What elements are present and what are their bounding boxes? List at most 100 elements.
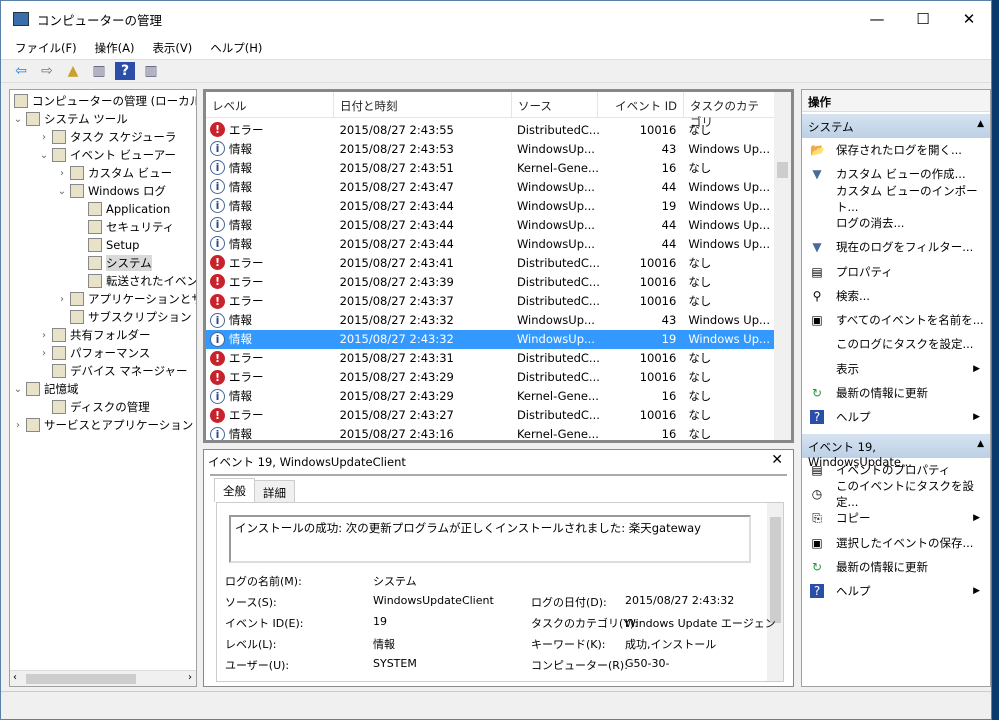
tree-item[interactable]: サブスクリプション bbox=[56, 308, 192, 326]
menu-item[interactable]: 表示(V) bbox=[152, 40, 192, 56]
tree-item[interactable]: › 共有フォルダー bbox=[38, 326, 151, 344]
table-row[interactable]: ! エラー 2015/08/27 2:43:31 DistributedC... 100… bbox=[206, 349, 774, 368]
table-row[interactable]: i 情報 2015/08/27 2:43:47 WindowsUp... 44 Windo… bbox=[206, 177, 774, 196]
table-row[interactable]: ! エラー 2015/08/27 2:43:39 DistributedC... 100… bbox=[206, 272, 774, 291]
column-header[interactable]: レベル bbox=[206, 92, 334, 117]
column-header[interactable]: ソース bbox=[512, 92, 598, 117]
collapse-icon[interactable]: ▲ bbox=[977, 119, 984, 133]
expander-icon[interactable]: › bbox=[38, 132, 50, 143]
tree-item[interactable]: › パフォーマンス bbox=[38, 344, 150, 362]
tree-item[interactable]: ディスクの管理 bbox=[38, 398, 150, 416]
table-cell: 19 bbox=[661, 198, 677, 213]
action-item[interactable]: ▼ 現在のログをフィルター... bbox=[802, 235, 990, 259]
expander-icon[interactable]: › bbox=[56, 168, 68, 179]
action-item[interactable]: ⚲ 検索... bbox=[802, 284, 990, 308]
action-item[interactable]: ▣ 選択したイベントの保存... bbox=[802, 531, 990, 555]
table-row[interactable]: i 情報 2015/08/27 2:43:32 WindowsUp... 43 Windo… bbox=[206, 311, 774, 330]
detail-scrollbar[interactable] bbox=[767, 503, 783, 681]
table-row[interactable]: i 情報 2015/08/27 2:43:44 WindowsUp... 44 Windo… bbox=[206, 215, 774, 234]
action-item[interactable]: 表示 ▶ bbox=[802, 357, 990, 381]
action-item[interactable]: ? ヘルプ ▶ bbox=[802, 405, 990, 429]
info-icon: i bbox=[210, 236, 225, 252]
tab-general[interactable]: 全般 bbox=[214, 478, 255, 502]
action-item[interactable]: ↻ 最新の情報に更新 bbox=[802, 381, 990, 405]
table-row[interactable]: ! エラー 2015/08/27 2:43:37 DistributedC... 100… bbox=[206, 292, 774, 311]
tab-details[interactable]: 詳細 bbox=[254, 480, 295, 502]
column-header[interactable]: タスクのカテゴリ bbox=[684, 92, 776, 129]
tree-item[interactable]: Setup bbox=[74, 236, 139, 254]
show-hide-tree-icon[interactable]: ▥ bbox=[89, 62, 109, 80]
menu-item[interactable]: ファイル(F) bbox=[15, 40, 77, 56]
table-row[interactable]: i 情報 2015/08/27 2:43:44 WindowsUp... 19 Windo… bbox=[206, 196, 774, 215]
table-row[interactable]: i 情報 2015/08/27 2:43:53 WindowsUp... 43 Windo… bbox=[206, 139, 774, 158]
tree-item[interactable]: デバイス マネージャー bbox=[38, 362, 188, 380]
action-section-header[interactable]: システム ▲ bbox=[802, 114, 990, 138]
scrollbar-thumb[interactable] bbox=[777, 162, 788, 178]
action-item[interactable]: ▤ プロパティ bbox=[802, 260, 990, 284]
filter-icon: ▼ bbox=[812, 167, 822, 182]
tree-item[interactable]: ⌄ イベント ビューアー bbox=[38, 146, 176, 164]
expander-icon[interactable]: › bbox=[38, 348, 50, 359]
action-item[interactable]: カスタム ビューのインポート... bbox=[802, 184, 990, 214]
scrollbar-thumb[interactable] bbox=[26, 674, 136, 684]
minimize-button[interactable]: — bbox=[854, 1, 900, 37]
expander-icon[interactable]: ⌄ bbox=[38, 150, 50, 161]
close-detail-icon[interactable]: ✕ bbox=[771, 452, 783, 468]
tree-item[interactable]: › アプリケーションとサービス bbox=[56, 290, 196, 308]
action-item[interactable]: 📂 保存されたログを開く... bbox=[802, 138, 990, 162]
table-row[interactable]: i 情報 2015/08/27 2:43:16 Kernel-Gene... 16 なし bbox=[206, 425, 774, 440]
action-item[interactable]: このログにタスクを設定... bbox=[802, 332, 990, 356]
tree-item[interactable]: › タスク スケジューラ bbox=[38, 128, 176, 146]
tree-item[interactable]: コンピューターの管理 (ローカル) bbox=[12, 92, 196, 110]
expander-icon[interactable]: ⌄ bbox=[12, 384, 24, 395]
expander-icon[interactable]: ⌄ bbox=[56, 186, 68, 197]
column-header[interactable]: イベント ID bbox=[598, 92, 684, 117]
table-row[interactable]: ! エラー 2015/08/27 2:43:29 DistributedC... 100… bbox=[206, 368, 774, 387]
action-item[interactable]: ▣ すべてのイベントを名前を... bbox=[802, 308, 990, 332]
tree-item[interactable]: システム bbox=[74, 254, 152, 272]
table-row[interactable]: ! エラー 2015/08/27 2:43:27 DistributedC... 100… bbox=[206, 406, 774, 425]
scroll-left-icon[interactable]: ‹ bbox=[13, 672, 17, 683]
action-item[interactable]: ↻ 最新の情報に更新 bbox=[802, 555, 990, 579]
tree-item[interactable]: ⌄ システム ツール bbox=[12, 110, 128, 128]
tree-item[interactable]: ⌄ 記憶域 bbox=[12, 380, 79, 398]
table-row[interactable]: ! エラー 2015/08/27 2:43:41 DistributedC... 100… bbox=[206, 253, 774, 272]
table-row[interactable]: i 情報 2015/08/27 2:43:32 WindowsUp... 19 Windo… bbox=[206, 329, 774, 349]
action-section-header[interactable]: イベント 19, WindowsUpdate... ▲ bbox=[802, 433, 990, 469]
expander-icon[interactable]: › bbox=[12, 420, 24, 431]
maximize-button[interactable]: ☐ bbox=[900, 1, 946, 37]
table-row[interactable]: ! エラー 2015/08/27 2:43:55 DistributedC... 100… bbox=[206, 120, 774, 139]
close-button[interactable]: ✕ bbox=[946, 1, 992, 37]
action-item[interactable]: ? ヘルプ ▶ bbox=[802, 579, 990, 603]
action-item[interactable]: ログの消去... bbox=[802, 211, 990, 235]
tree-item[interactable]: Application bbox=[74, 200, 170, 218]
scrollbar-thumb[interactable] bbox=[770, 517, 781, 623]
tree-item[interactable]: › サービスとアプリケーション bbox=[12, 416, 193, 434]
tree-item[interactable]: › カスタム ビュー bbox=[56, 164, 172, 182]
menu-item[interactable]: 操作(A) bbox=[95, 40, 135, 56]
tree-item-label: サブスクリプション bbox=[88, 310, 192, 324]
tree-item[interactable]: ⌄ Windows ログ bbox=[56, 182, 166, 200]
tree-horizontal-scrollbar[interactable]: ‹ › bbox=[10, 670, 196, 686]
expander-icon[interactable]: › bbox=[56, 294, 68, 305]
help-icon[interactable]: ? bbox=[115, 62, 135, 80]
event-message[interactable]: インストールの成功: 次の更新プログラムが正しくインストールされました: 楽天g… bbox=[229, 515, 751, 563]
action-item[interactable]: ◷ このイベントにタスクを設定... bbox=[802, 479, 990, 509]
scroll-right-icon[interactable]: › bbox=[188, 672, 192, 683]
menu-item[interactable]: ヘルプ(H) bbox=[210, 40, 262, 56]
expander-icon[interactable]: › bbox=[38, 330, 50, 341]
column-header[interactable]: 日付と時刻 bbox=[334, 92, 512, 117]
table-row[interactable]: i 情報 2015/08/27 2:43:44 WindowsUp... 44 Windo… bbox=[206, 234, 774, 253]
event-list-scrollbar[interactable] bbox=[774, 92, 791, 440]
tree-item[interactable]: 転送されたイベント bbox=[74, 272, 196, 290]
table-row[interactable]: i 情報 2015/08/27 2:43:29 Kernel-Gene... 16 なし bbox=[206, 387, 774, 406]
table-row[interactable]: i 情報 2015/08/27 2:43:51 Kernel-Gene... 16 なし bbox=[206, 158, 774, 177]
forward-arrow-icon[interactable]: ⇨ bbox=[37, 62, 57, 80]
back-arrow-icon[interactable]: ⇦ bbox=[11, 62, 31, 80]
show-hide-action-pane-icon[interactable]: ▥ bbox=[141, 62, 161, 80]
tree-item[interactable]: セキュリティ bbox=[74, 218, 174, 236]
expander-icon[interactable]: ⌄ bbox=[12, 114, 24, 125]
up-folder-icon[interactable]: ▲ bbox=[63, 62, 83, 80]
collapse-icon[interactable]: ▲ bbox=[977, 439, 984, 453]
action-item[interactable]: ⎘ コピー ▶ bbox=[802, 506, 990, 530]
